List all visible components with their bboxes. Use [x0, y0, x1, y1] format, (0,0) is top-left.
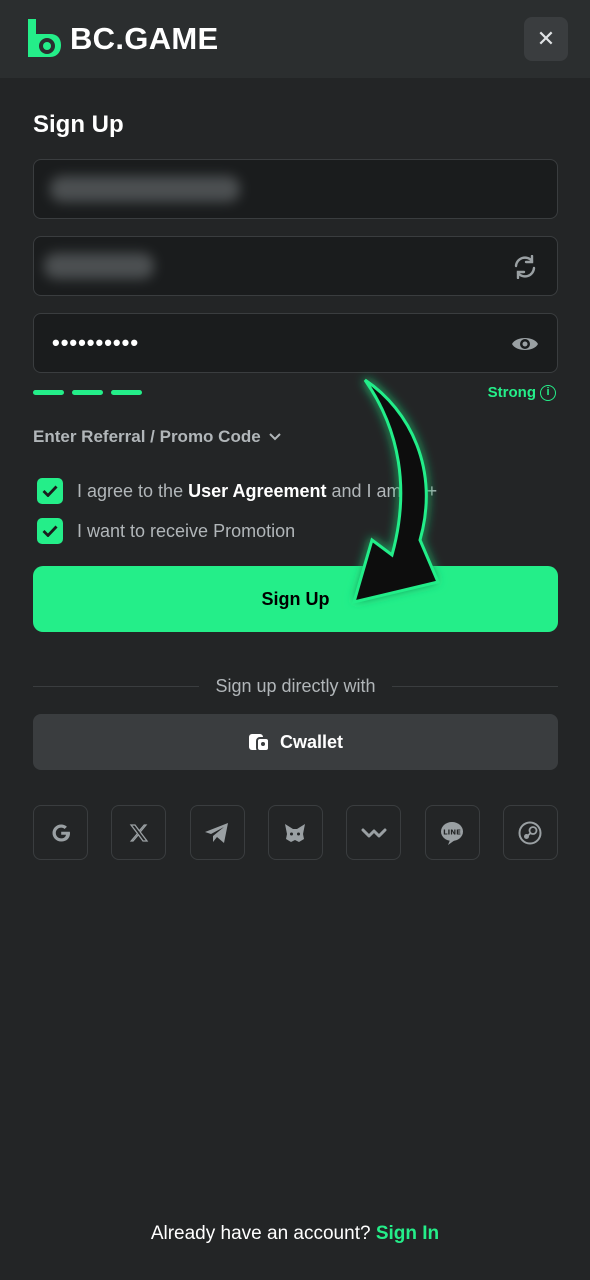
social-login-row: LINE [33, 805, 558, 860]
strength-segment [111, 390, 142, 395]
close-button[interactable]: ✕ [524, 17, 568, 61]
referral-label: Enter Referral / Promo Code [33, 427, 261, 446]
agreement-checkbox[interactable] [37, 478, 63, 504]
divider-line [33, 686, 200, 687]
info-icon[interactable]: i [540, 384, 556, 401]
walletconnect-icon [361, 828, 387, 837]
strength-segment [33, 390, 64, 395]
promotion-checkbox[interactable] [37, 518, 63, 544]
chevron-down-icon [268, 433, 281, 441]
password-strength-bar [33, 390, 142, 395]
divider: Sign up directly with [33, 676, 559, 697]
footer-prompt: Already have an account? [150, 1223, 371, 1244]
top-bar: BC.GAME ✕ [0, 0, 590, 78]
divider-line [391, 686, 559, 687]
blurred-email-value [50, 176, 240, 202]
username-field[interactable] [33, 236, 558, 296]
telegram-login-button[interactable] [189, 805, 245, 860]
user-agreement-link[interactable]: User Agreement [188, 481, 326, 501]
sign-up-button[interactable]: Sign Up [33, 566, 558, 632]
password-value: •••••••••• [52, 330, 140, 355]
tutorial-arrow-overlay [351, 378, 441, 605]
strength-text: Strong [487, 384, 536, 401]
refresh-icon[interactable] [511, 254, 539, 280]
x-icon [129, 823, 149, 842]
divider-text: Sign up directly with [215, 676, 376, 696]
sign-in-link[interactable]: Sign In [376, 1223, 439, 1244]
x-login-button[interactable] [111, 805, 167, 860]
svg-text:LINE: LINE [443, 828, 461, 836]
form-title: Sign Up [33, 111, 124, 138]
cwallet-icon [248, 734, 270, 752]
promotion-text: I want to receive Promotion [77, 520, 296, 541]
close-icon: ✕ [536, 26, 556, 51]
line-icon: LINE [441, 821, 464, 845]
steam-icon [518, 821, 542, 844]
cwallet-label: Cwallet [279, 731, 344, 752]
google-icon [52, 824, 70, 841]
checkmark-icon [42, 525, 58, 537]
bc-game-logo-icon [28, 19, 61, 57]
metamask-login-button[interactable] [267, 805, 323, 860]
promotion-row: I want to receive Promotion [37, 518, 295, 544]
eye-icon[interactable] [511, 331, 539, 357]
cwallet-button[interactable]: Cwallet [33, 714, 558, 770]
steam-login-button[interactable] [502, 805, 558, 860]
password-field[interactable]: •••••••••• [33, 313, 558, 373]
brand-logo[interactable]: BC.GAME [22, 17, 219, 61]
email-field[interactable] [33, 159, 558, 219]
google-login-button[interactable] [33, 805, 88, 860]
footer: Already have an account? Sign In [0, 1223, 590, 1245]
telegram-icon [205, 822, 229, 843]
checkmark-icon [42, 485, 58, 497]
strength-segment [72, 390, 103, 395]
referral-code-toggle[interactable]: Enter Referral / Promo Code [33, 427, 281, 447]
strength-label: Strong i [488, 384, 556, 401]
metamask-icon [285, 823, 306, 842]
line-login-button[interactable]: LINE [424, 805, 480, 860]
brand-name: BC.GAME [70, 21, 219, 56]
walletconnect-login-button[interactable] [346, 805, 402, 860]
blurred-username-value [44, 253, 154, 279]
